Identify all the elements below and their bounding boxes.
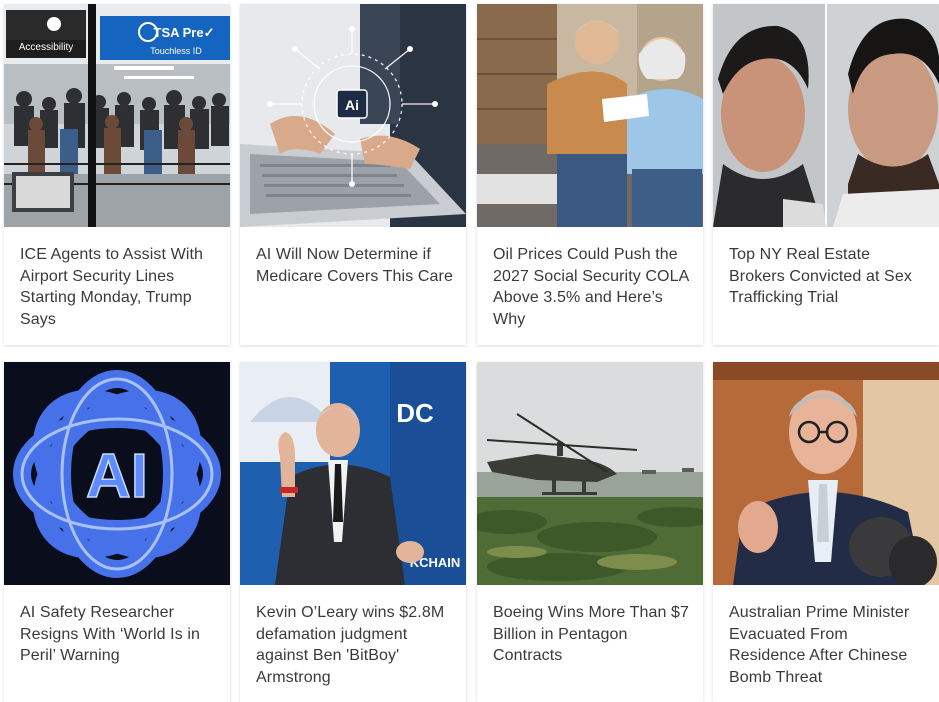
ai-laptop-image: Ai (240, 4, 466, 227)
stage-dc-text: DC (396, 398, 434, 428)
article-card[interactable]: Oil Prices Could Push the 2027 Social Se… (477, 4, 703, 345)
ai-chip-text: Ai (345, 97, 359, 113)
article-thumbnail-speaker[interactable]: DC KCHAIN (240, 362, 466, 585)
article-card[interactable]: Accessibility TSA Pre✓ Touchless ID ICE … (4, 4, 230, 345)
touchless-id-sign-text: Touchless ID (150, 46, 202, 56)
article-card[interactable]: Australian Prime Minister Evacuated From… (713, 362, 939, 702)
speaker-on-stage-image: DC KCHAIN (240, 362, 466, 585)
article-title[interactable]: AI Will Now Determine if Medicare Covers… (240, 227, 466, 299)
article-title[interactable]: ICE Agents to Assist With Airport Securi… (4, 227, 230, 342)
article-card[interactable]: DC KCHAIN Kevin O’Leary wins $2.8M defam… (240, 362, 466, 702)
article-thumbnail-prime-minister[interactable] (713, 362, 939, 585)
article-title[interactable]: Top NY Real Estate Brokers Convicted at … (713, 227, 939, 321)
article-title[interactable]: Australian Prime Minister Evacuated From… (713, 585, 939, 700)
elderly-couple-image (477, 4, 703, 227)
airport-security-line-image: Accessibility TSA Pre✓ Touchless ID (4, 4, 230, 227)
article-title[interactable]: AI Safety Researcher Resigns With ‘World… (4, 585, 230, 679)
accessibility-sign-text: Accessibility (19, 42, 73, 53)
article-thumbnail-airport[interactable]: Accessibility TSA Pre✓ Touchless ID (4, 4, 230, 227)
article-thumbnail-ai-laptop[interactable]: Ai (240, 4, 466, 227)
article-card[interactable]: Boeing Wins More Than $7 Billion in Pent… (477, 362, 703, 702)
prime-minister-image (713, 362, 939, 585)
article-card[interactable]: Ai AI Will Now Determine if Medicare Cov… (240, 4, 466, 345)
article-title[interactable]: Boeing Wins More Than $7 Billion in Pent… (477, 585, 703, 679)
helicopters-image (477, 362, 703, 585)
article-thumbnail-helicopters[interactable] (477, 362, 703, 585)
tsa-pre-sign-text: TSA Pre✓ (154, 25, 215, 40)
ai-logo-text: AI (86, 442, 148, 511)
article-card[interactable]: Top NY Real Estate Brokers Convicted at … (713, 4, 939, 345)
article-title[interactable]: Oil Prices Could Push the 2027 Social Se… (477, 227, 703, 342)
article-card[interactable]: AI AI Safety Researcher Resigns With ‘Wo… (4, 362, 230, 702)
article-grid: Accessibility TSA Pre✓ Touchless ID ICE … (0, 0, 939, 702)
ai-neon-logo-image: AI (4, 362, 230, 585)
article-thumbnail-brokers[interactable] (713, 4, 939, 227)
article-thumbnail-couple[interactable] (477, 4, 703, 227)
article-title[interactable]: Kevin O’Leary wins $2.8M defamation judg… (240, 585, 466, 700)
two-men-image (713, 4, 939, 227)
article-thumbnail-ai-logo[interactable]: AI (4, 362, 230, 585)
